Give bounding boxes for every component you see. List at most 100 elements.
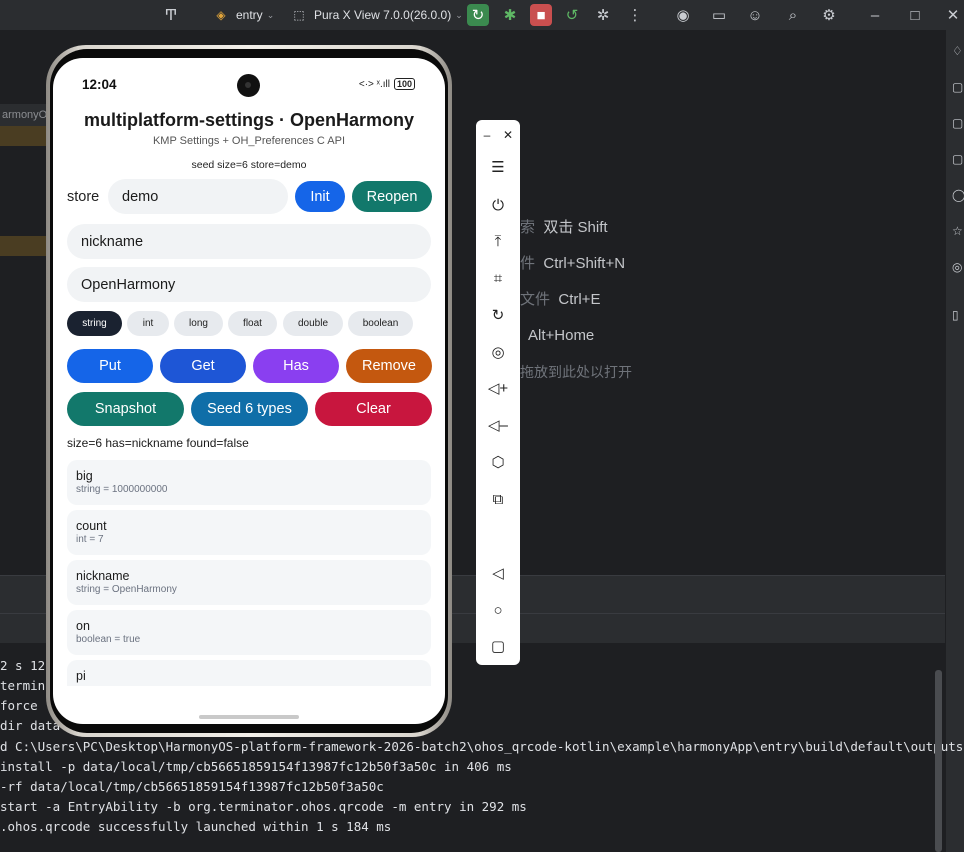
minimize-icon[interactable]: – xyxy=(864,4,886,26)
list-item[interactable]: on boolean = true xyxy=(67,610,431,655)
list-item[interactable]: count int = 7 xyxy=(67,510,431,555)
gear-icon[interactable]: ⚙ xyxy=(818,4,840,26)
entry-key: on xyxy=(76,619,90,633)
entry-value: boolean = true xyxy=(76,634,141,645)
list-item[interactable]: pi xyxy=(67,660,431,686)
console-line: 2 s 12 xyxy=(0,658,46,673)
folder-icon[interactable]: ▭ xyxy=(708,4,730,26)
fold-icon[interactable]: ⬡ xyxy=(487,451,509,473)
volume-up-icon[interactable]: ◁+ xyxy=(487,377,509,399)
minimize-icon[interactable]: – xyxy=(476,124,498,146)
screenshot-icon[interactable]: ◎ xyxy=(487,341,509,363)
recents-icon[interactable]: ▢ xyxy=(487,635,509,657)
remove-button[interactable]: Remove xyxy=(346,349,432,383)
notifications-icon[interactable]: ♢ xyxy=(952,44,964,58)
device-selector[interactable]: ⬚ Pura X View 7.0.0(26.0.0) ⌄ xyxy=(288,3,462,27)
tool-icon[interactable]: ▯ xyxy=(952,308,964,322)
page-subtitle: KMP Settings + OH_Preferences C API xyxy=(152,135,346,147)
list-item[interactable]: big string = 1000000000 xyxy=(67,460,431,505)
gutter-highlight xyxy=(0,126,48,146)
text-tool-icon[interactable]: Ͳ xyxy=(160,3,182,27)
more-icon[interactable]: ⋮ xyxy=(624,4,646,26)
rotate-icon[interactable]: ↻ xyxy=(487,304,509,326)
seed-info: seed size=6 store=demo xyxy=(191,159,307,171)
hint-item: 索 双击 Shift xyxy=(520,219,608,236)
type-chip-boolean[interactable]: boolean xyxy=(348,311,413,336)
device-manager-icon[interactable]: ◉ xyxy=(672,4,694,26)
console-line: d C:\Users\PC\Desktop\HarmonyOS-platform… xyxy=(0,739,964,754)
tool-icon[interactable]: ◯ xyxy=(952,188,964,202)
tool-icon[interactable]: ▢ xyxy=(952,152,964,166)
hint-item: 件 Ctrl+Shift+N xyxy=(520,255,626,272)
upload-icon[interactable]: ⤒ xyxy=(487,230,509,252)
status-bar: 12:04 <·> ˣ.ıll 100 xyxy=(53,58,445,108)
init-button[interactable]: Init xyxy=(295,181,345,212)
clear-button[interactable]: Clear xyxy=(315,392,432,426)
home-indicator[interactable] xyxy=(199,715,299,719)
editor-tab[interactable]: armonyO xyxy=(0,104,48,126)
phone-screen: 12:04 <·> ˣ.ıll 100 multiplatform-settin… xyxy=(53,58,445,724)
type-chip-int[interactable]: int xyxy=(127,311,169,336)
reopen-button[interactable]: Reopen xyxy=(352,181,432,212)
run-icon[interactable]: ↻ xyxy=(467,4,489,26)
get-button[interactable]: Get xyxy=(160,349,246,383)
list-item[interactable]: nickname string = OpenHarmony xyxy=(67,560,431,605)
tool-icon[interactable]: ▢ xyxy=(952,80,964,94)
gutter-highlight xyxy=(0,236,48,256)
attach-debugger-icon[interactable]: ✲ xyxy=(592,4,614,26)
back-icon[interactable]: ◁ xyxy=(487,562,509,584)
entry-value: int = 7 xyxy=(76,534,104,545)
console-scrollbar[interactable] xyxy=(935,670,942,852)
close-icon[interactable]: ✕ xyxy=(942,4,964,26)
apply-changes-icon[interactable]: ↺ xyxy=(561,4,583,26)
entry-key: nickname xyxy=(76,569,130,583)
type-chip-float[interactable]: float xyxy=(228,311,277,336)
user-icon[interactable]: ☺ xyxy=(744,4,766,26)
status-time: 12:04 xyxy=(82,77,117,92)
welcome-hints: 索 双击 Shift 件 Ctrl+Shift+N 文件 Ctrl+E Alt+… xyxy=(520,218,632,398)
crop-icon[interactable]: ⌗ xyxy=(487,267,509,289)
hint-item: 拖放到此处以打开 xyxy=(520,364,632,380)
home-icon[interactable]: ○ xyxy=(487,599,509,621)
console-line: -rf data/local/tmp/cb56651859154f13987fc… xyxy=(0,779,384,794)
seed-button[interactable]: Seed 6 types xyxy=(191,392,308,426)
put-button[interactable]: Put xyxy=(67,349,153,383)
chevron-down-icon: ⌄ xyxy=(266,9,275,20)
console-line: dir data xyxy=(0,718,61,733)
type-chip-long[interactable]: long xyxy=(174,311,223,336)
snapshot-button[interactable]: Snapshot xyxy=(67,392,184,426)
ide-toolbar: Ͳ ◈ entry ⌄ ⬚ Pura X View 7.0.0(26.0.0) … xyxy=(0,0,964,30)
maximize-icon[interactable]: □ xyxy=(904,4,926,26)
store-input[interactable]: demo xyxy=(108,179,288,214)
entry-key: pi xyxy=(76,669,86,683)
page-title: multiplatform-settings · OpenHarmony xyxy=(83,110,415,130)
has-button[interactable]: Has xyxy=(253,349,339,383)
type-chip-string[interactable]: string xyxy=(67,311,122,336)
volume-down-icon[interactable]: ◁– xyxy=(487,414,509,436)
tool-icon[interactable]: ◎ xyxy=(952,260,964,274)
key-input[interactable]: nickname xyxy=(67,224,431,259)
entry-value: string = OpenHarmony xyxy=(76,584,177,595)
right-tool-strip: ♢ ▢ ▢ ▢ ◯ ☆ ◎ ▯ xyxy=(945,30,964,852)
power-icon[interactable]: ⏻ xyxy=(487,194,509,216)
console-line: start -a EntryAbility -b org.terminator.… xyxy=(0,799,527,814)
search-icon[interactable]: ⌕ xyxy=(782,4,804,26)
star-icon[interactable]: ☆ xyxy=(952,224,964,238)
device-label: Pura X View 7.0.0(26.0.0) xyxy=(314,8,452,22)
stop-icon[interactable]: ■ xyxy=(530,4,552,26)
tool-icon[interactable]: ▢ xyxy=(952,116,964,130)
multi-device-icon[interactable]: ⧉ xyxy=(487,488,509,510)
debug-icon[interactable]: ✱ xyxy=(499,4,521,26)
close-icon[interactable]: ✕ xyxy=(497,124,519,146)
type-chip-double[interactable]: double xyxy=(283,311,343,336)
value-input[interactable]: OpenHarmony xyxy=(67,267,431,302)
console-line: termin xyxy=(0,678,46,693)
console-line: .ohos.qrcode successfully launched withi… xyxy=(0,819,392,834)
menu-icon[interactable]: ☰ xyxy=(487,156,509,178)
emulator-controls: – ✕ ☰ ⏻ ⤒ ⌗ ↻ ◎ ◁+ ◁– ⬡ ⧉ ◁ ○ ▢ xyxy=(476,120,520,665)
device-icon: ⬚ xyxy=(293,8,305,22)
battery-icon: 100 xyxy=(393,78,415,90)
entry-key: count xyxy=(76,519,107,533)
signal-icon: <·> ˣ.ıll xyxy=(358,78,390,90)
module-selector[interactable]: ◈ entry ⌄ xyxy=(210,3,274,27)
